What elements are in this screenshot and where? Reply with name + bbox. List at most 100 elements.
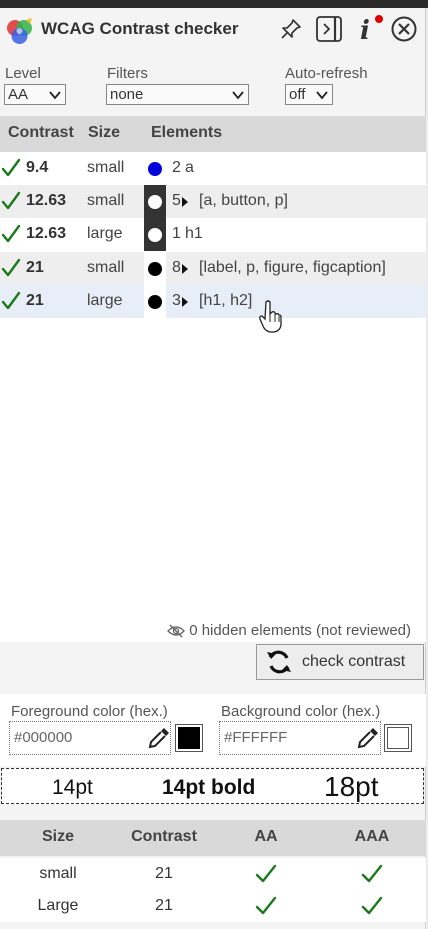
element-count: 3 xyxy=(172,292,181,309)
element-list[interactable]: a xyxy=(185,159,194,177)
column-size: Size xyxy=(41,828,74,845)
chevron-down-icon xyxy=(316,91,328,100)
check-contrast-label: check contrast xyxy=(302,653,406,670)
color-swatch xyxy=(144,152,166,185)
check-contrast-button[interactable]: check contrast xyxy=(256,644,424,680)
filters-label: Filters xyxy=(107,65,148,82)
result-row[interactable]: 9.4 small 2 a xyxy=(0,152,426,185)
foreground-dot xyxy=(148,294,162,309)
pass-check-icon xyxy=(1,158,21,183)
aa-pass-icon xyxy=(255,896,277,921)
pass-check-icon xyxy=(1,291,21,316)
close-icon[interactable] xyxy=(389,14,419,44)
color-swatch xyxy=(144,218,166,251)
foreground-dot xyxy=(148,261,162,276)
column-contrast: Contrast xyxy=(131,828,197,845)
autorefresh-label: Auto-refresh xyxy=(285,65,368,82)
contrast-checker-panel: WCAG Contrast checker i Level AA Filters… xyxy=(0,8,426,929)
info-icon[interactable]: i xyxy=(352,14,384,44)
size-value: small xyxy=(87,259,125,276)
element-list[interactable]: h1 xyxy=(185,225,203,243)
logo-icon xyxy=(7,18,32,44)
autorefresh-value: off xyxy=(289,86,306,103)
level-select[interactable]: AA xyxy=(4,84,66,105)
pass-check-icon xyxy=(1,258,21,283)
chevron-down-icon xyxy=(49,91,61,100)
size-value: large xyxy=(87,292,123,309)
result-row[interactable]: 21 small 8 [label, p, figure, figcaption] xyxy=(0,252,426,285)
contrast-value: 21 xyxy=(155,865,173,882)
expand-triangle-icon[interactable] xyxy=(182,297,188,307)
hidden-elements-text: 0 hidden elements (not reviewed) xyxy=(189,622,411,639)
svg-text:i: i xyxy=(360,16,370,44)
color-swatch xyxy=(144,185,166,218)
result-row[interactable]: 12.63 small 5 [a, button, p] xyxy=(0,185,426,218)
expand-triangle-icon[interactable] xyxy=(182,264,188,274)
column-size[interactable]: Size xyxy=(88,124,120,142)
element-list[interactable]: [h1, h2] xyxy=(199,292,252,310)
aaa-pass-icon xyxy=(361,896,383,921)
size-value: small xyxy=(87,192,125,209)
size-value: small xyxy=(87,159,125,176)
contrast-value: 21 xyxy=(155,897,173,914)
element-count: 5 xyxy=(172,192,181,209)
dock-icon[interactable] xyxy=(314,14,344,44)
filters-select[interactable]: none xyxy=(106,84,249,105)
result-row[interactable]: 12.63 large 1 h1 xyxy=(0,218,426,251)
autorefresh-select[interactable]: off xyxy=(285,84,333,105)
sample-18pt: 18pt xyxy=(324,771,379,802)
color-inputs: Foreground color (hex.) #000000 Backgrou… xyxy=(0,694,426,766)
expand-triangle-icon[interactable] xyxy=(182,197,188,207)
hidden-elements-note: 0 hidden elements (not reviewed) xyxy=(167,622,411,639)
text-size-samples: 14pt 14pt bold 18pt xyxy=(1,768,424,804)
foreground-hex-value: #000000 xyxy=(14,729,73,746)
foreground-dot xyxy=(148,227,162,242)
aa-pass-icon xyxy=(255,864,277,889)
result-row[interactable]: 21 large 3 [h1, h2] xyxy=(0,285,426,318)
contrast-value: 12.63 xyxy=(26,192,67,209)
compliance-row: small 21 xyxy=(0,858,426,890)
chevron-down-icon xyxy=(232,91,244,100)
contrast-value: 9.4 xyxy=(26,159,49,176)
contrast-value: 21 xyxy=(26,259,44,276)
column-contrast[interactable]: Contrast xyxy=(8,124,74,142)
pin-icon[interactable] xyxy=(278,14,304,44)
column-aaa: AAA xyxy=(354,828,390,845)
panel-title: WCAG Contrast checker xyxy=(41,19,239,38)
pass-check-icon xyxy=(1,191,21,216)
level-label: Level xyxy=(5,65,41,82)
element-count: 2 xyxy=(172,159,181,176)
pass-check-icon xyxy=(1,224,21,249)
sample-14pt-bold: 14pt bold xyxy=(162,776,256,799)
eyedropper-icon[interactable] xyxy=(146,725,172,751)
refresh-icon xyxy=(267,650,291,674)
background-hex-value: #FFFFFF xyxy=(224,729,288,746)
column-elements[interactable]: Elements xyxy=(151,124,222,142)
elements-list: 9.4 small 2 a 12.63 small 5 [a, button, p] 12.63… xyxy=(0,152,426,642)
compliance-row: Large 21 xyxy=(0,890,426,922)
foreground-dot xyxy=(148,194,162,209)
top-bar xyxy=(0,0,428,8)
size-value: large xyxy=(87,225,123,242)
background-label: Background color (hex.) xyxy=(221,703,381,720)
compliance-table-header: Size Contrast AA AAA xyxy=(0,820,426,856)
contrast-value: 12.63 xyxy=(26,225,67,242)
color-swatch xyxy=(144,285,166,318)
element-list[interactable]: [label, p, figure, figcaption] xyxy=(199,259,386,277)
results-table-header: Contrast Size Elements xyxy=(0,116,426,152)
level-value: AA xyxy=(8,86,29,103)
foreground-swatch[interactable] xyxy=(175,724,203,752)
eyedropper-icon[interactable] xyxy=(355,725,381,751)
contrast-value: 21 xyxy=(26,292,44,309)
aaa-pass-icon xyxy=(361,864,383,889)
hand-cursor-icon xyxy=(258,300,284,339)
background-swatch[interactable] xyxy=(384,724,412,752)
foreground-dot xyxy=(148,161,162,176)
element-list[interactable]: [a, button, p] xyxy=(199,192,288,210)
eye-slash-icon xyxy=(167,624,186,637)
compliance-table: Size Contrast AA AAA small 21 Large 21 xyxy=(0,820,426,924)
element-count: 1 xyxy=(172,225,181,242)
size-value: Large xyxy=(37,897,79,914)
element-count: 8 xyxy=(172,259,181,276)
color-swatch xyxy=(144,252,166,285)
